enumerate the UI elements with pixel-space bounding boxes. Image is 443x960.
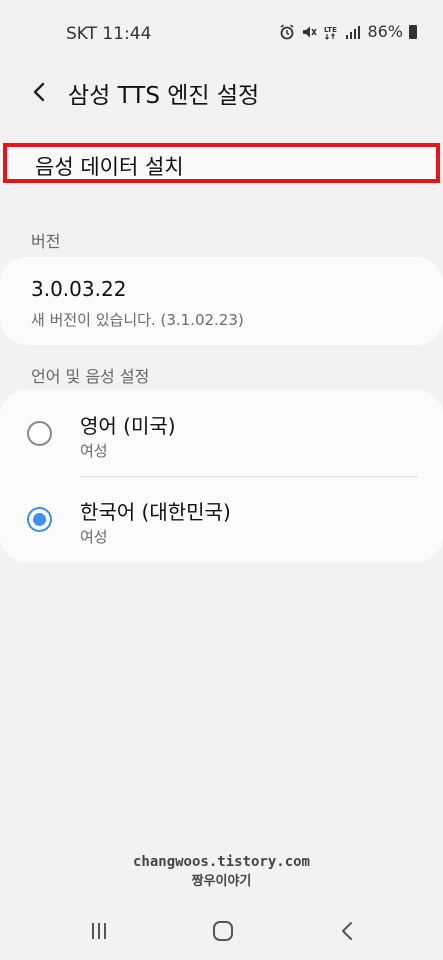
app-header: 삼성 TTS 엔진 설정 — [0, 68, 443, 118]
version-value: 3.0.03.22 — [31, 277, 127, 301]
page-title: 삼성 TTS 엔진 설정 — [68, 83, 260, 109]
version-section-header: 버전 — [31, 232, 61, 251]
version-update-notice: 새 버전이 있습니다. (3.1.02.23) — [31, 311, 244, 329]
mute-icon — [303, 26, 318, 37]
language-name: 한국어 (대한민국) — [80, 500, 231, 524]
language-card: 영어 (미국) 여성 한국어 (대한민국) 여성 — [0, 390, 443, 562]
status-bar: SKT 11:44 LTE 86% — [0, 0, 443, 66]
version-card[interactable]: 3.0.03.22 새 버전이 있습니다. (3.1.02.23) — [0, 257, 443, 345]
watermark: changwoos.tistory.com 짱우이야기 — [0, 854, 443, 889]
back-icon — [342, 922, 352, 940]
language-item-english-us[interactable]: 영어 (미국) 여성 — [0, 390, 443, 477]
battery-percent: 86% — [367, 22, 403, 41]
back-nav-button[interactable] — [330, 916, 366, 946]
install-voice-data-label: 음성 데이터 설치 — [35, 155, 184, 179]
status-icons: LTE 86% — [279, 22, 417, 41]
voice-type: 여성 — [80, 528, 108, 546]
home-button[interactable] — [205, 916, 241, 946]
navigation-bar — [0, 900, 443, 960]
alarm-icon — [280, 24, 294, 39]
lte-icon: LTE — [324, 26, 338, 40]
screen: SKT 11:44 LTE 86% 삼성 TTS 엔진 설정 음성 데이터 설치… — [0, 0, 443, 960]
svg-text:LTE: LTE — [324, 26, 337, 34]
language-section-header: 언어 및 음성 설정 — [31, 367, 150, 386]
recent-apps-icon — [92, 923, 106, 939]
chevron-left-icon — [33, 82, 45, 102]
watermark-url: changwoos.tistory.com — [132, 854, 310, 870]
watermark-name: 짱우이야기 — [191, 874, 252, 889]
back-button[interactable] — [24, 76, 56, 108]
battery-icon — [409, 24, 417, 39]
language-name: 영어 (미국) — [80, 414, 176, 438]
language-item-korean[interactable]: 한국어 (대한민국) 여성 — [0, 476, 443, 562]
install-voice-data-item[interactable]: 음성 데이터 설치 — [3, 143, 440, 183]
recent-apps-button[interactable] — [81, 916, 117, 946]
radio-button[interactable] — [27, 421, 52, 446]
home-icon — [213, 921, 233, 941]
carrier-time: SKT 11:44 — [66, 24, 152, 44]
voice-type: 여성 — [80, 442, 108, 460]
signal-icon — [346, 25, 361, 39]
radio-button-selected[interactable] — [27, 507, 52, 532]
